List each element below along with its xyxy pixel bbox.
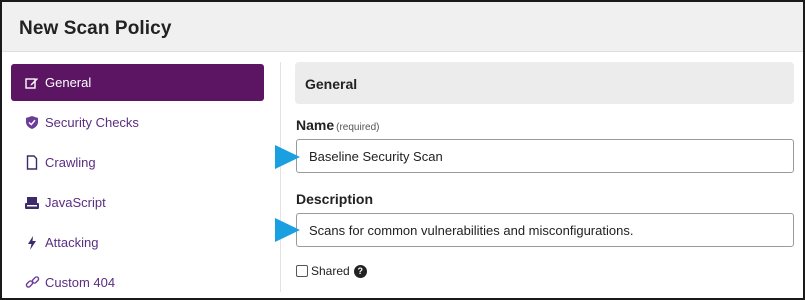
name-input[interactable] [296, 139, 794, 173]
sidebar-item-label: Security Checks [45, 115, 139, 130]
description-label: Description [296, 191, 374, 207]
shield-check-icon [24, 115, 40, 131]
scan-policy-window: New Scan Policy General Security Checks … [0, 0, 805, 300]
name-label: Name (required) [296, 117, 380, 133]
sidebar-item-label: General [45, 75, 92, 90]
sidebar-item-javascript[interactable]: JavaScript [11, 184, 264, 221]
sidebar-item-label: Attacking [45, 235, 99, 250]
arrow-pointer-icon [275, 145, 300, 169]
main-panel: General Name(required) Description Share… [281, 52, 803, 298]
edit-icon [24, 75, 40, 91]
bolt-icon [24, 235, 40, 251]
sidebar-item-label: Custom 404 [45, 275, 116, 290]
sidebar-item-label: Crawling [45, 155, 96, 170]
section-header: General [295, 62, 794, 104]
sidebar-item-custom-404[interactable]: Custom 404 [11, 264, 264, 298]
link-icon [24, 275, 40, 291]
header: New Scan Policy [2, 2, 803, 52]
shared-label: Shared [311, 264, 350, 278]
sidebar-item-label: JavaScript [45, 195, 106, 210]
sidebar-item-attacking[interactable]: Attacking [11, 224, 264, 261]
section-title: General [305, 76, 358, 92]
arrow-pointer-icon [275, 218, 300, 242]
sidebar: General Security Checks Crawling JavaScr… [2, 52, 280, 298]
help-icon[interactable]: ? [353, 264, 367, 278]
sidebar-item-crawling[interactable]: Crawling [11, 144, 264, 181]
sidebar-item-general[interactable]: General [11, 64, 264, 101]
name-label-text: Name [296, 117, 335, 133]
sidebar-item-security-checks[interactable]: Security Checks [11, 104, 264, 141]
shared-row: Shared ? [296, 264, 367, 278]
required-note: (required) [336, 122, 380, 133]
shared-checkbox[interactable] [296, 265, 308, 277]
description-input[interactable] [296, 213, 794, 247]
page-icon [24, 155, 40, 171]
page-title: New Scan Policy [19, 18, 172, 39]
keyboard-icon [24, 195, 40, 211]
